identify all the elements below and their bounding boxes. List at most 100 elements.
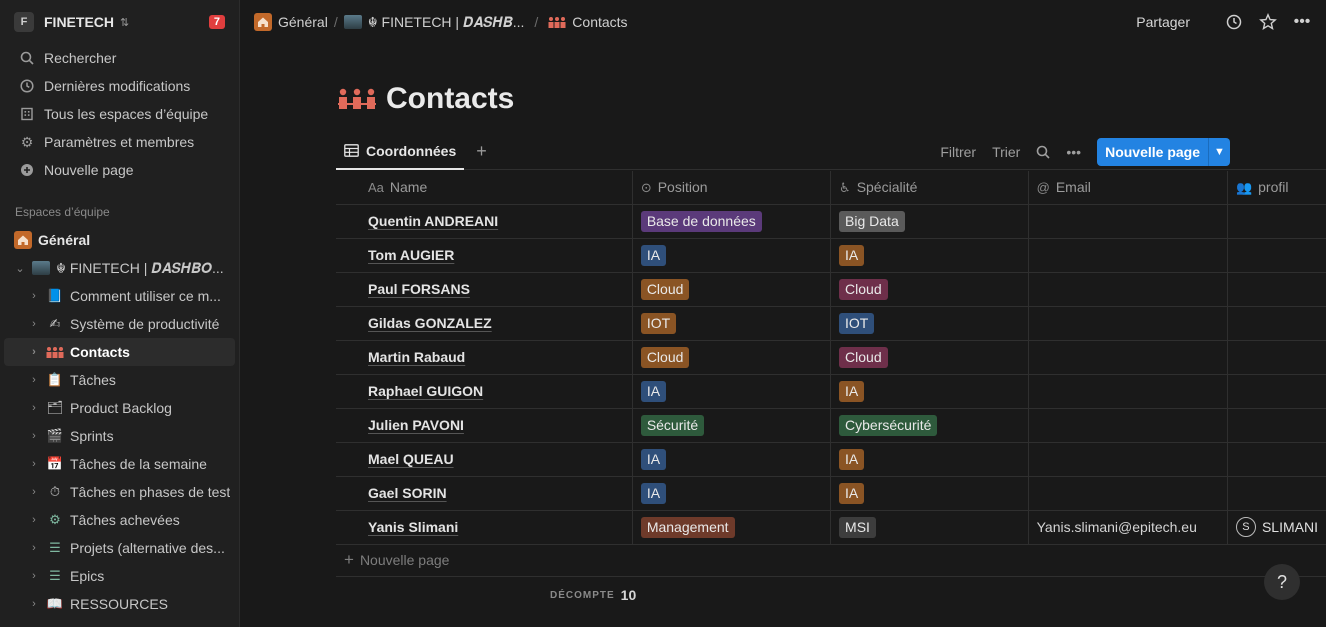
chevron-right-icon[interactable]: › — [28, 514, 40, 526]
share-button[interactable]: Partager — [1136, 14, 1190, 30]
contact-name[interactable]: Quentin ANDREANI — [368, 213, 498, 229]
contact-name[interactable]: Julien PAVONI — [368, 417, 464, 433]
more-options-icon[interactable]: ••• — [1292, 12, 1312, 32]
cell-profil[interactable] — [1227, 272, 1326, 307]
cell-profil[interactable] — [1227, 408, 1326, 443]
cell-position[interactable]: IA — [632, 374, 832, 409]
cell-position[interactable]: Base de données — [632, 204, 832, 239]
cell-position[interactable]: Sécurité — [632, 408, 832, 443]
cell-profil[interactable]: S SLIMANI — [1227, 510, 1326, 545]
new-page-label[interactable]: Nouvelle page — [1097, 138, 1208, 166]
contact-name[interactable]: Gildas GONZALEZ — [368, 315, 492, 331]
breadcrumb-finetech[interactable]: ☬ FINETECH | 𝑫𝑨𝑺𝑯𝑩... — [368, 14, 525, 31]
table-row[interactable]: Gildas GONZALEZ IOT IOT — [336, 306, 1326, 341]
tab-coordonnees[interactable]: Coordonnées — [336, 134, 465, 170]
sidebar-item-taches[interactable]: › 📋 Tâches — [0, 366, 239, 394]
cell-email[interactable] — [1028, 204, 1228, 239]
sidebar-item-done-tasks[interactable]: › ⚙ Tâches achevées — [0, 506, 239, 534]
cell-name[interactable]: Raphael GUIGON — [336, 374, 633, 409]
cell-position[interactable]: IA — [632, 238, 832, 273]
cell-name[interactable]: Gael SORIN — [336, 476, 633, 511]
cell-position[interactable]: Cloud — [632, 340, 832, 375]
cell-position[interactable]: Management — [632, 510, 832, 545]
nav-new-page[interactable]: Nouvelle page — [0, 156, 239, 184]
table-row[interactable]: Quentin ANDREANI Base de données Big Data — [336, 204, 1326, 239]
cell-specialite[interactable]: Big Data — [830, 204, 1029, 239]
cell-name[interactable]: Paul FORSANS — [336, 272, 633, 307]
cell-profil[interactable] — [1227, 204, 1326, 239]
sidebar-item-productivity[interactable]: › ✍ Système de productivité — [0, 310, 239, 338]
nav-all-teamspaces[interactable]: Tous les espaces d’équipe — [0, 100, 239, 128]
star-icon[interactable] — [1258, 12, 1278, 32]
cell-position[interactable]: IA — [632, 476, 832, 511]
add-row-button[interactable]: + Nouvelle page — [344, 550, 449, 570]
notification-badge[interactable]: 7 — [208, 15, 225, 29]
cell-email[interactable] — [1028, 306, 1228, 341]
contact-name[interactable]: Martin Rabaud — [368, 349, 465, 365]
cell-specialite[interactable]: IA — [830, 374, 1029, 409]
column-header-email[interactable]: @ Email — [1028, 171, 1228, 205]
cell-email[interactable] — [1028, 476, 1228, 511]
column-header-position[interactable]: ⊙ Position — [632, 171, 832, 205]
cell-name[interactable]: Yanis Slimani — [336, 510, 633, 545]
nav-recent-changes[interactable]: Dernières modifications — [0, 72, 239, 100]
breadcrumb-general[interactable]: Général — [278, 14, 328, 30]
email-value[interactable]: Yanis.slimani@epitech.eu — [1037, 519, 1197, 535]
column-header-name[interactable]: Aa Name — [336, 171, 633, 205]
cell-profil[interactable] — [1227, 238, 1326, 273]
sort-button[interactable]: Trier — [992, 144, 1020, 160]
sidebar-item-product-backlog[interactable]: › 🗂 Product Backlog — [0, 394, 239, 422]
chevron-down-icon[interactable]: ⌄ — [14, 262, 26, 275]
table-row[interactable]: Yanis Slimani Management MSI Yanis.slimani@… — [336, 510, 1326, 545]
cell-name[interactable]: Mael QUEAU — [336, 442, 633, 477]
cell-specialite[interactable]: IA — [830, 442, 1029, 477]
cell-name[interactable]: Martin Rabaud — [336, 340, 633, 375]
chevron-right-icon[interactable]: › — [28, 570, 40, 582]
help-button[interactable]: ? — [1264, 564, 1300, 600]
contact-name[interactable]: Raphael GUIGON — [368, 383, 483, 399]
sidebar-item-contacts[interactable]: › Contacts — [4, 338, 235, 366]
nav-settings-members[interactable]: ⚙ Paramètres et membres — [0, 128, 239, 156]
cell-position[interactable]: IOT — [632, 306, 832, 341]
chevron-down-icon[interactable]: ▼ — [1208, 137, 1230, 166]
cell-email[interactable] — [1028, 272, 1228, 307]
sidebar-item-resources[interactable]: › 📖 RESSOURCES — [0, 590, 239, 618]
cell-email[interactable]: Yanis.slimani@epitech.eu — [1028, 510, 1228, 545]
cell-specialite[interactable]: IOT — [830, 306, 1029, 341]
breadcrumb-contacts[interactable]: Contacts — [572, 14, 627, 30]
page-title[interactable]: Contacts — [386, 82, 514, 116]
chevron-right-icon[interactable]: › — [28, 374, 40, 386]
chevron-right-icon[interactable]: › — [28, 318, 40, 330]
search-icon[interactable] — [1036, 145, 1050, 159]
more-options-icon[interactable]: ••• — [1066, 144, 1081, 160]
table-row[interactable]: Paul FORSANS Cloud Cloud — [336, 272, 1326, 307]
cell-profil[interactable] — [1227, 442, 1326, 477]
new-page-button[interactable]: Nouvelle page ▼ — [1097, 137, 1230, 166]
column-header-specialite[interactable]: ♿ Spécialité — [830, 171, 1029, 205]
cell-profil[interactable] — [1227, 476, 1326, 511]
column-header-profil[interactable]: 👥 profil — [1227, 171, 1326, 205]
cell-specialite[interactable]: IA — [830, 238, 1029, 273]
cell-position[interactable]: Cloud — [632, 272, 832, 307]
contact-name[interactable]: Tom AUGIER — [368, 247, 454, 263]
cell-profil[interactable] — [1227, 340, 1326, 375]
table-row[interactable]: Mael QUEAU IA IA — [336, 442, 1326, 477]
contact-name[interactable]: Gael SORIN — [368, 485, 447, 501]
contact-name[interactable]: Paul FORSANS — [368, 281, 470, 297]
contact-name[interactable]: Mael QUEAU — [368, 451, 454, 467]
nav-search[interactable]: Rechercher — [0, 44, 239, 72]
cell-name[interactable]: Julien PAVONI — [336, 408, 633, 443]
chevron-right-icon[interactable]: › — [28, 486, 40, 498]
cell-specialite[interactable]: Cloud — [830, 272, 1029, 307]
cell-profil[interactable] — [1227, 374, 1326, 409]
cell-position[interactable]: IA — [632, 442, 832, 477]
cell-name[interactable]: Gildas GONZALEZ — [336, 306, 633, 341]
workspace-switcher[interactable]: F FINETECH ⇅ 7 — [0, 0, 239, 44]
table-row[interactable]: Raphael GUIGON IA IA — [336, 374, 1326, 409]
chevron-right-icon[interactable]: › — [28, 430, 40, 442]
cell-specialite[interactable]: Cybersécurité — [830, 408, 1029, 443]
chevron-right-icon[interactable]: › — [28, 542, 40, 554]
cell-email[interactable] — [1028, 340, 1228, 375]
cell-name[interactable]: Tom AUGIER — [336, 238, 633, 273]
chevron-right-icon[interactable]: › — [28, 598, 40, 610]
